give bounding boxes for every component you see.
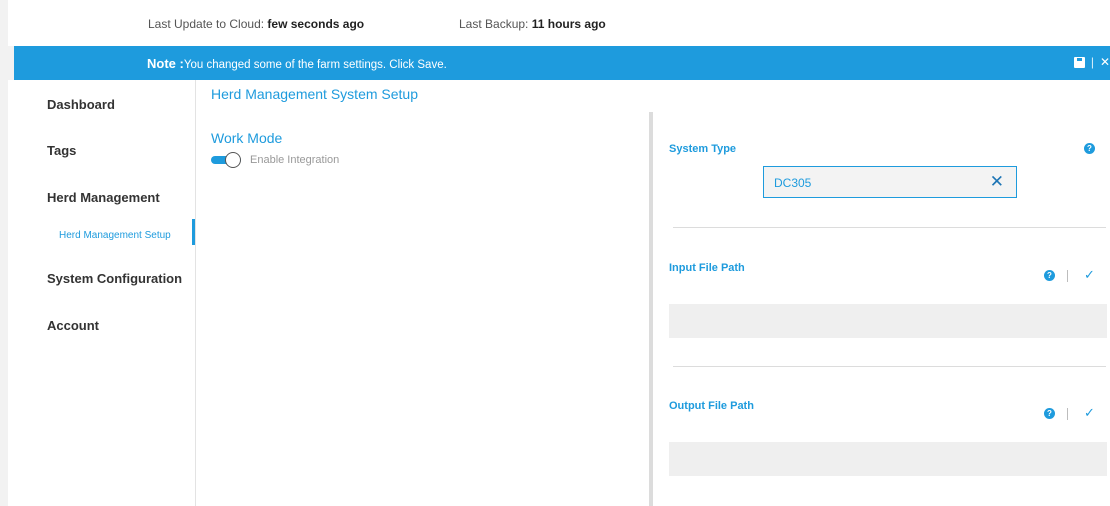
output-path-check-icon[interactable]: ✓ — [1084, 405, 1095, 421]
cloud-update-status: Last Update to Cloud: few seconds ago — [148, 17, 364, 31]
divider — [673, 227, 1106, 228]
app-root: Last Update to Cloud: few seconds ago La… — [0, 0, 1110, 506]
divider — [673, 366, 1106, 367]
sidebar-item-dashboard[interactable]: Dashboard — [47, 97, 115, 112]
sidebar-item-system-configuration[interactable]: System Configuration — [47, 271, 182, 286]
system-settings-panel: System Type ? DC305 ✕ Input File Path ? … — [649, 112, 1110, 506]
unsaved-changes-banner: Note :You changed some of the farm setti… — [14, 46, 1110, 80]
input-path-help-icon[interactable]: ? — [1044, 270, 1055, 281]
input-file-path-field[interactable] — [669, 304, 1107, 338]
system-type-value: DC305 — [774, 176, 812, 190]
cloud-update-label: Last Update to Cloud: — [148, 17, 265, 31]
backup-value: 11 hours ago — [531, 17, 606, 31]
enable-integration-label: Enable Integration — [250, 154, 340, 166]
output-file-path-label: Output File Path — [669, 400, 754, 412]
banner-prefix: Note : — [147, 56, 184, 71]
backup-label: Last Backup: — [459, 17, 529, 31]
status-bar: Last Update to Cloud: few seconds ago La… — [8, 0, 1110, 46]
output-path-help-icon[interactable]: ? — [1044, 408, 1055, 419]
system-type-help-icon[interactable]: ? — [1084, 143, 1095, 154]
active-indicator — [192, 219, 195, 245]
sidebar: Dashboard Tags Herd Management Herd Mana… — [8, 80, 196, 506]
sidebar-item-herd-management-setup[interactable]: Herd Management Setup — [59, 230, 171, 241]
backup-status: Last Backup: 11 hours ago — [459, 17, 606, 31]
system-type-label: System Type — [669, 143, 737, 155]
toggle-knob — [225, 152, 241, 168]
sidebar-item-tags[interactable]: Tags — [47, 143, 76, 158]
input-file-path-label: Input File Path — [669, 262, 745, 274]
separator — [1067, 270, 1068, 282]
output-file-path-field[interactable] — [669, 442, 1107, 476]
clear-icon[interactable]: ✕ — [990, 172, 1004, 192]
cloud-update-value: few seconds ago — [267, 17, 365, 31]
separator — [1067, 408, 1068, 420]
save-icon[interactable] — [1073, 56, 1085, 68]
sidebar-item-account[interactable]: Account — [47, 318, 99, 333]
input-path-check-icon[interactable]: ✓ — [1084, 267, 1095, 283]
work-mode-heading: Work Mode — [211, 130, 283, 146]
page-title: Herd Management System Setup — [211, 86, 418, 102]
system-type-select[interactable]: DC305 ✕ — [763, 166, 1017, 198]
banner-separator: | — [1090, 55, 1094, 69]
banner-text: Note :You changed some of the farm setti… — [147, 56, 447, 71]
sidebar-item-herd-management[interactable]: Herd Management — [47, 190, 160, 205]
banner-message: You changed some of the farm settings. C… — [183, 59, 447, 71]
close-icon[interactable]: ✕ — [1100, 55, 1110, 69]
banner-actions: | ✕ — [1073, 55, 1110, 69]
enable-integration-toggle[interactable] — [211, 152, 243, 168]
